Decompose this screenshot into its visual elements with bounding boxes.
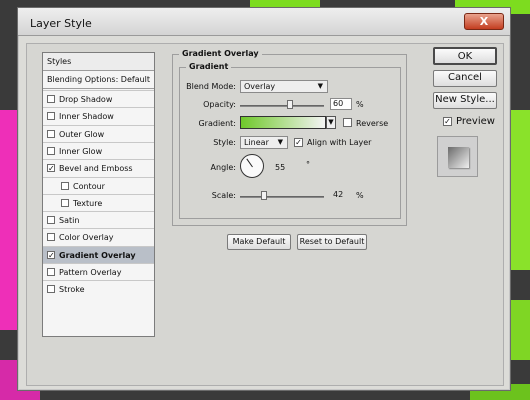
- scale-slider-thumb[interactable]: [260, 191, 267, 200]
- style-item[interactable]: Color Overlay: [43, 228, 154, 245]
- style-checkbox[interactable]: [47, 95, 55, 103]
- align-with-layer-label: Align with Layer: [307, 138, 372, 147]
- preview-label: Preview: [456, 116, 495, 127]
- style-item[interactable]: ✓ Bevel and Emboss: [43, 159, 154, 176]
- style-item[interactable]: Stroke: [43, 280, 154, 297]
- style-item-label: Gradient Overlay: [59, 250, 136, 260]
- style-item[interactable]: Contour: [43, 176, 154, 194]
- style-item[interactable]: Drop Shadow: [43, 90, 154, 107]
- styles-list: Styles Blending Options: Default Drop Sh…: [42, 52, 155, 337]
- chevron-down-icon: ▼: [277, 138, 283, 146]
- style-item[interactable]: Pattern Overlay: [43, 263, 154, 280]
- reverse-checkbox[interactable]: [343, 118, 352, 127]
- chevron-down-icon: ▼: [317, 82, 323, 90]
- gradient-swatch[interactable]: [240, 116, 326, 129]
- scale-input[interactable]: 42: [330, 189, 352, 201]
- style-checkbox[interactable]: [61, 181, 69, 190]
- reset-to-default-button[interactable]: Reset to Default: [297, 234, 367, 250]
- gradient-label: Gradient:: [198, 119, 236, 128]
- blending-options-item[interactable]: Blending Options: Default: [43, 71, 154, 89]
- style-checkbox[interactable]: [47, 146, 55, 155]
- style-item-label: Satin: [59, 216, 80, 226]
- gradient-subgroup: Gradient Blend Mode: Overlay ▼ Opacity: …: [179, 62, 401, 219]
- styles-header[interactable]: Styles: [43, 53, 154, 71]
- gradient-picker-arrow[interactable]: ▼: [326, 116, 336, 129]
- style-dropdown[interactable]: Linear ▼: [240, 136, 288, 149]
- checkmark-icon: ✓: [444, 117, 451, 126]
- style-checkbox[interactable]: [61, 198, 69, 207]
- dialog-body: Styles Blending Options: Default Drop Sh…: [26, 43, 504, 386]
- checkmark-icon: ✓: [295, 138, 302, 147]
- style-value: Linear: [244, 138, 269, 147]
- style-checkbox[interactable]: ✓: [47, 250, 55, 259]
- style-item-label: Inner Glow: [59, 146, 103, 156]
- opacity-label: Opacity:: [203, 100, 236, 109]
- align-with-layer-checkbox[interactable]: ✓: [294, 138, 303, 147]
- angle-label: Angle:: [210, 163, 236, 172]
- opacity-slider-thumb[interactable]: [287, 100, 294, 109]
- blend-mode-dropdown[interactable]: Overlay ▼: [240, 80, 328, 93]
- style-checkbox[interactable]: [47, 216, 55, 225]
- style-checkbox[interactable]: ✓: [47, 164, 55, 173]
- style-checkbox[interactable]: [47, 112, 55, 121]
- scale-unit: %: [356, 191, 364, 200]
- title-bar[interactable]: Layer Style X: [18, 8, 510, 36]
- style-item-label: Pattern Overlay: [59, 268, 122, 277]
- angle-unit: °: [306, 160, 310, 169]
- window-title: Layer Style: [30, 17, 92, 30]
- style-checkbox[interactable]: [47, 285, 55, 294]
- layer-style-dialog: Layer Style X Styles Blending Options: D…: [17, 7, 511, 391]
- style-checkbox[interactable]: [47, 233, 55, 242]
- ok-button[interactable]: OK: [433, 47, 497, 65]
- style-item-label: Inner Shadow: [59, 112, 114, 122]
- style-item[interactable]: Satin: [43, 211, 154, 228]
- cancel-button[interactable]: Cancel: [433, 70, 497, 87]
- close-button[interactable]: X: [464, 13, 504, 30]
- preview-checkbox[interactable]: ✓: [443, 117, 452, 126]
- angle-input[interactable]: 55: [272, 162, 294, 174]
- opacity-slider-track[interactable]: [240, 105, 324, 107]
- scale-slider-track[interactable]: [240, 196, 324, 198]
- style-label: Style:: [213, 138, 236, 147]
- make-default-button[interactable]: Make Default: [227, 234, 291, 250]
- opacity-input[interactable]: 60: [330, 98, 352, 110]
- angle-needle: [246, 158, 253, 168]
- blend-mode-label: Blend Mode:: [186, 82, 236, 91]
- style-item[interactable]: Inner Shadow: [43, 107, 154, 124]
- style-item-label: Texture: [73, 198, 103, 208]
- style-checkbox[interactable]: [47, 268, 55, 276]
- style-item-label: Bevel and Emboss: [59, 164, 133, 174]
- gradient-overlay-group: Gradient Overlay Gradient Blend Mode: Ov…: [172, 49, 407, 226]
- style-item[interactable]: Inner Glow: [43, 141, 154, 159]
- style-preview: [437, 136, 478, 177]
- style-item-label: Color Overlay: [59, 233, 114, 243]
- style-checkbox[interactable]: [47, 129, 55, 138]
- style-item-label: Outer Glow: [59, 129, 105, 139]
- reverse-label: Reverse: [356, 119, 389, 128]
- style-item[interactable]: Texture: [43, 193, 154, 211]
- style-item-label: Contour: [73, 181, 105, 191]
- angle-dial[interactable]: [240, 154, 264, 178]
- preview-swatch: [448, 147, 469, 168]
- blend-mode-value: Overlay: [244, 82, 276, 91]
- chevron-down-icon: ▼: [328, 118, 334, 126]
- new-style-button[interactable]: New Style...: [433, 92, 497, 109]
- style-item-label: Stroke: [59, 285, 85, 295]
- group-title: Gradient Overlay: [179, 49, 262, 58]
- style-item[interactable]: ✓ Gradient Overlay: [43, 245, 154, 263]
- scale-label: Scale:: [211, 191, 236, 200]
- subgroup-title: Gradient: [186, 62, 232, 71]
- style-item-label: Drop Shadow: [59, 95, 113, 104]
- opacity-unit: %: [356, 100, 364, 109]
- style-item[interactable]: Outer Glow: [43, 124, 154, 142]
